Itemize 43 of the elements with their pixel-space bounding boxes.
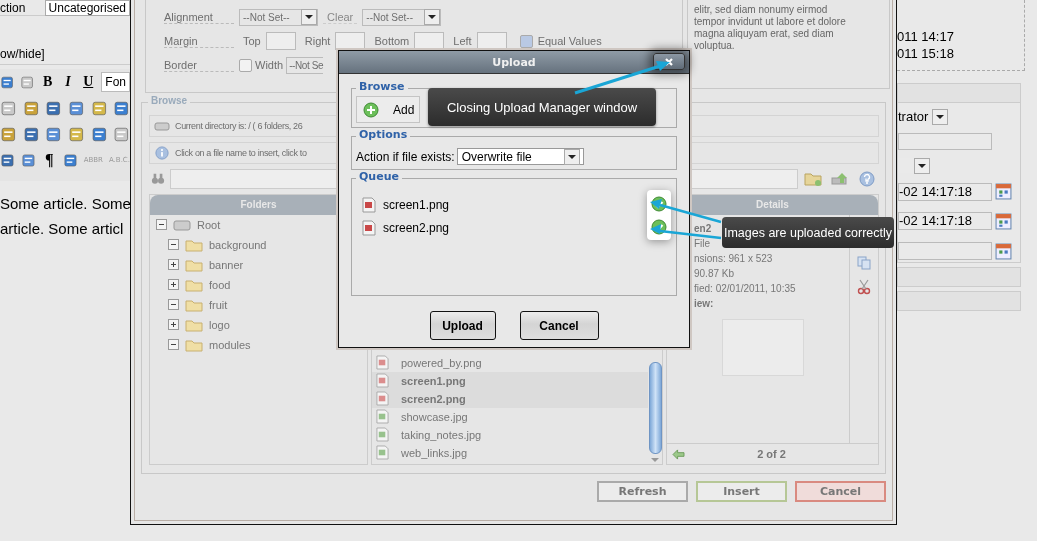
callout-label: Closing Upload Manager window	[428, 88, 656, 126]
field-label: Border	[164, 58, 234, 72]
fieldset-legend: Options	[356, 128, 411, 141]
detail-text: nsions: 961 x 523	[694, 251, 773, 266]
checkbox-label: Equal Values	[537, 35, 602, 47]
file-name: taking_notes.jpg	[401, 428, 482, 441]
directory-text: Current directory is: / ( 6 folders, 26	[175, 120, 303, 131]
preview-label: iew:	[694, 296, 714, 311]
description-text: tempor invidunt ut labore et dolore	[694, 16, 847, 28]
file-name: screen1.png	[401, 374, 466, 387]
date-text: 011 14:17	[897, 28, 955, 45]
article-text: article. Some articl	[0, 219, 125, 239]
field-label: Left	[453, 35, 472, 47]
field-label: ction	[0, 0, 27, 15]
description-text: voluptua.	[694, 40, 736, 52]
queue-file-name: screen2.png	[383, 220, 450, 235]
field-label: Top	[243, 35, 261, 47]
article-text: Some article. Some	[0, 194, 130, 214]
file-name: web_links.jpg	[401, 446, 468, 459]
file-name: powered_by.png	[401, 356, 482, 369]
window-title: Upload	[492, 55, 536, 69]
option-label: Action if file exists:	[356, 149, 455, 164]
detail-text: fied: 02/01/2011, 10:35	[694, 281, 796, 296]
field-label: Margin	[164, 34, 234, 48]
file-name: showcase.jpg	[401, 410, 468, 423]
field-label: Bottom	[374, 35, 410, 47]
checkbox-label: Width	[255, 59, 284, 71]
fieldset-legend: Browse	[356, 80, 408, 93]
field-label: Alignment	[164, 10, 234, 24]
description-text: magna aliquyam erat, sed diam	[694, 28, 835, 40]
fieldset-legend: Queue	[356, 170, 402, 183]
hint-text: Click on a file name to insert, click to	[175, 147, 307, 158]
fieldset-legend: Browse	[148, 95, 191, 106]
file-name: screen2.png	[401, 392, 466, 405]
callout-label: Images are uploaded correctly	[722, 217, 894, 248]
field-label: Right	[304, 35, 331, 47]
detail-text: en2	[694, 221, 712, 236]
date-text: 011 15:18	[897, 45, 955, 62]
queue-file-name: screen1.png	[383, 197, 450, 212]
pager-text: 2 of 2	[756, 448, 787, 460]
description-text: elitr, sed diam nonumy eirmod	[694, 4, 829, 16]
detail-text: File	[694, 236, 711, 251]
detail-text: 90.87 Kb	[694, 266, 735, 281]
